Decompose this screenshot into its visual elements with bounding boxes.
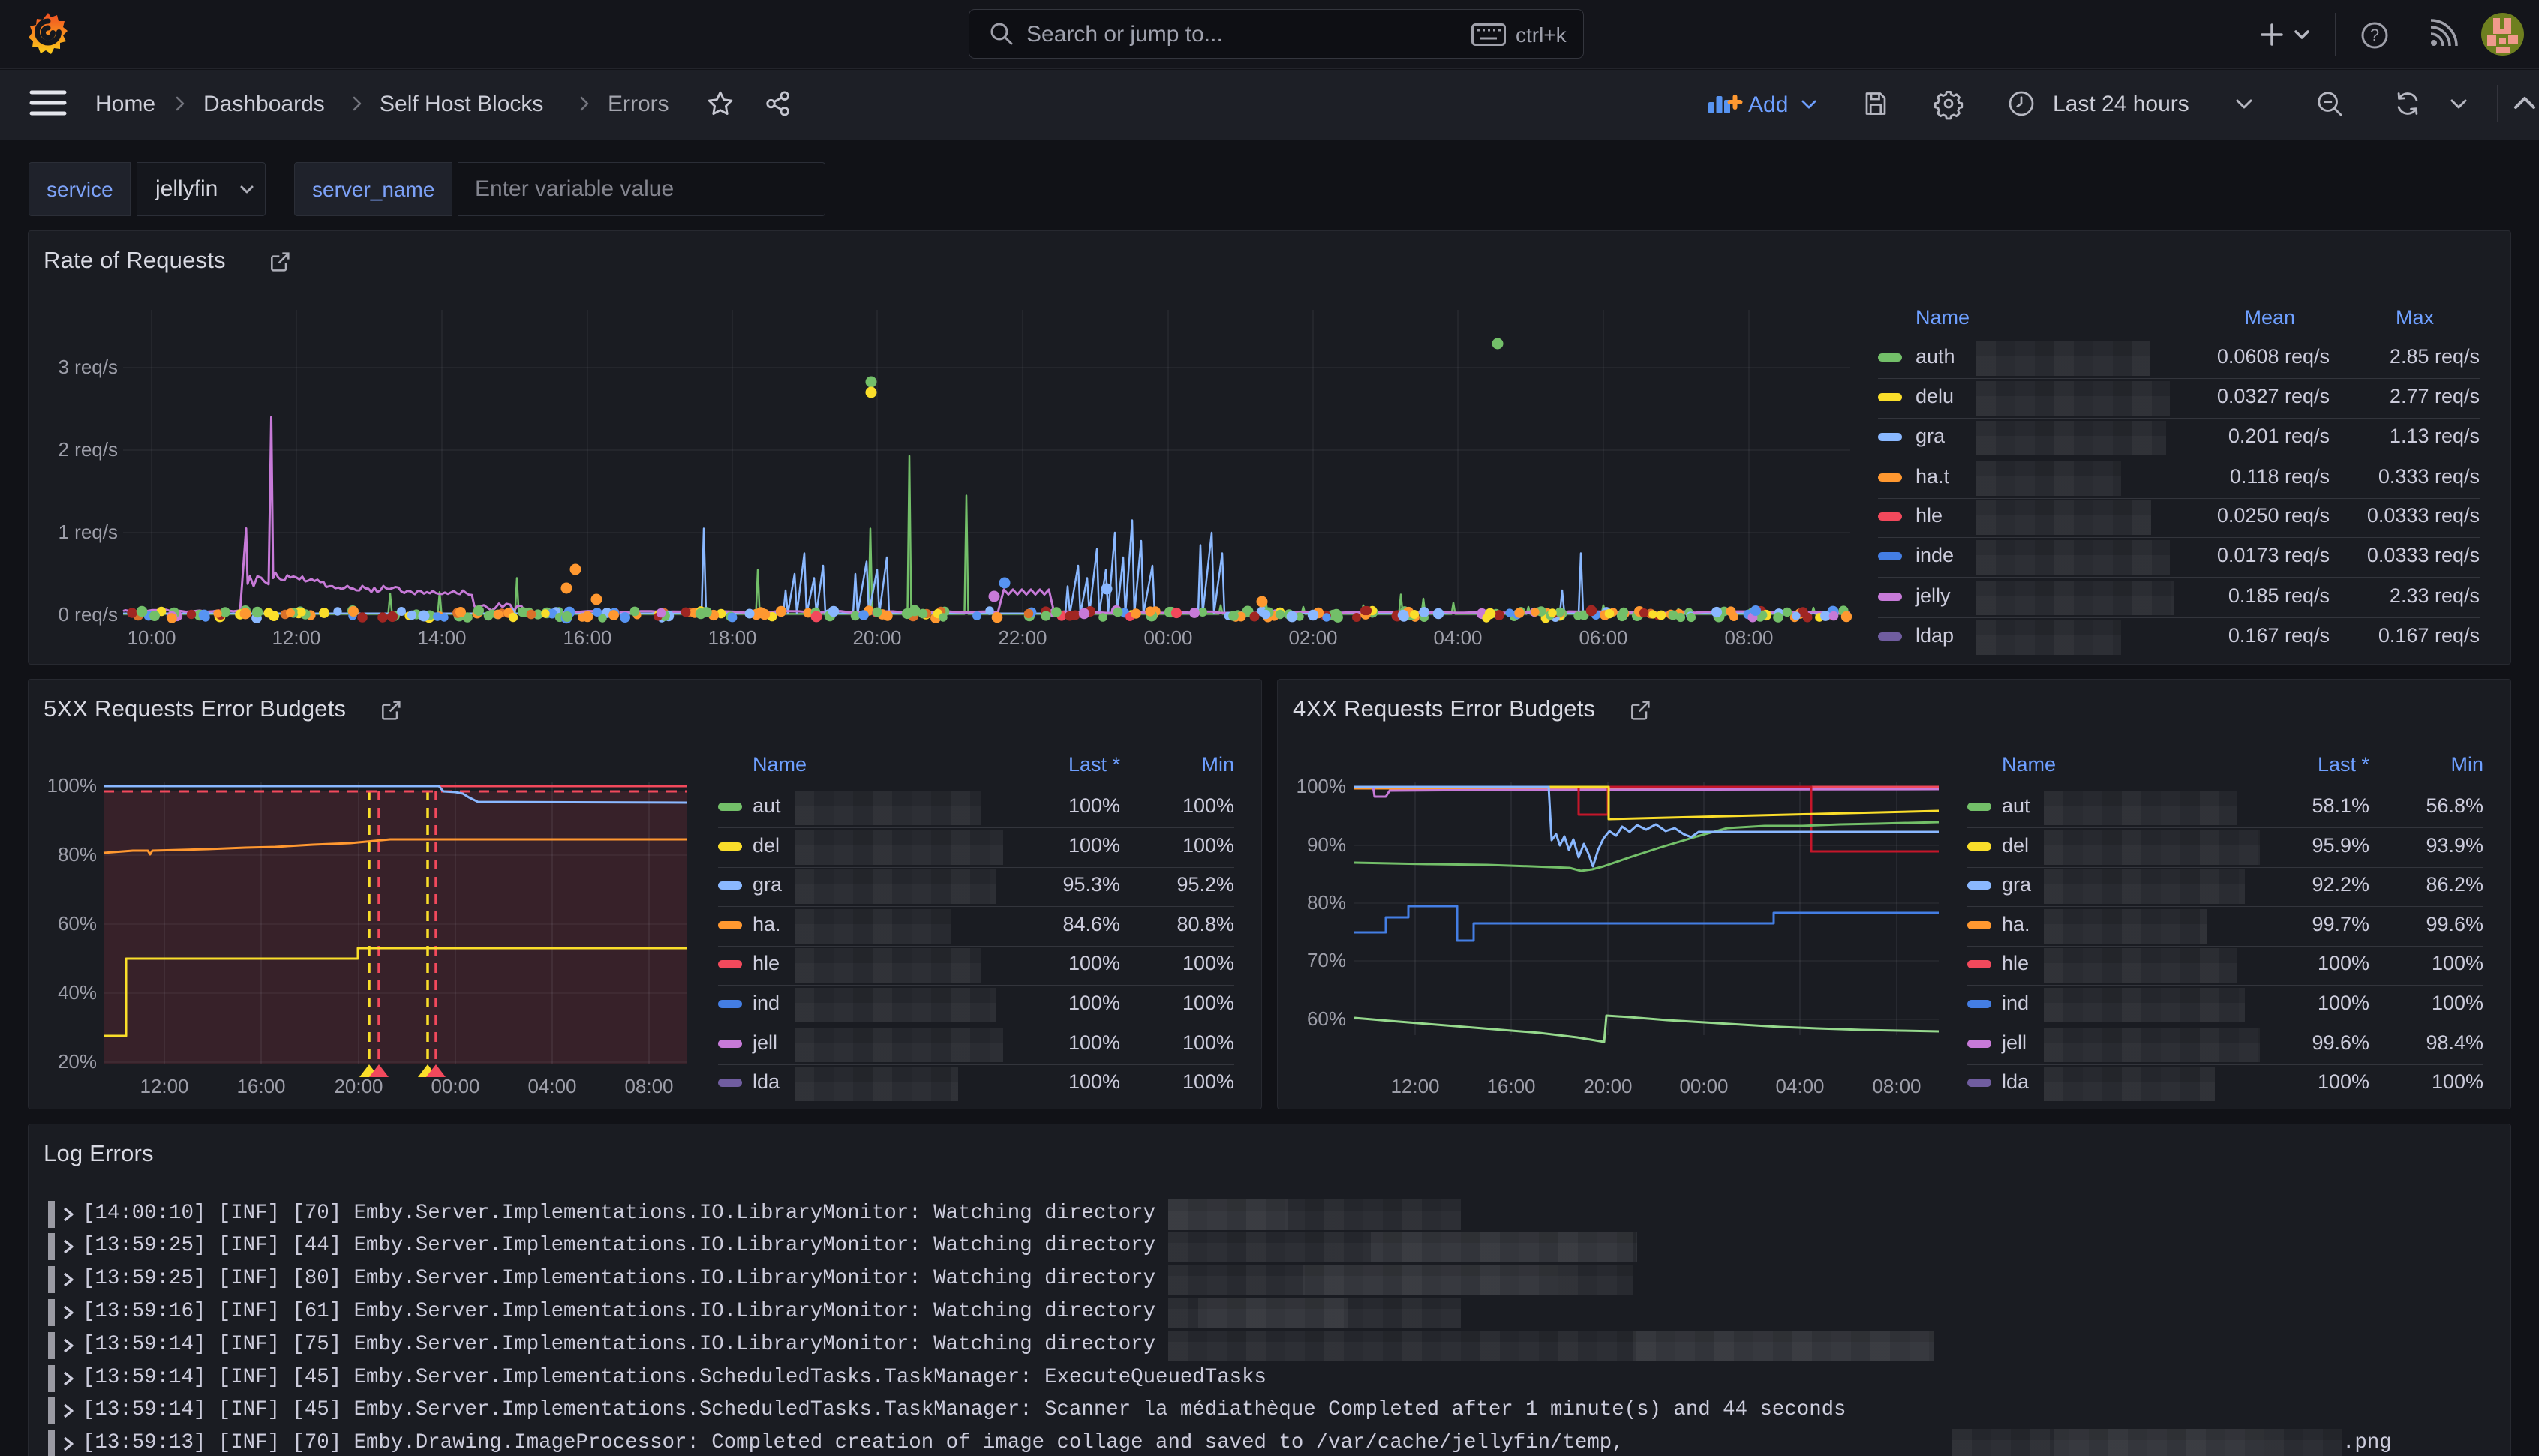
svg-text:?: ? xyxy=(2370,26,2379,44)
